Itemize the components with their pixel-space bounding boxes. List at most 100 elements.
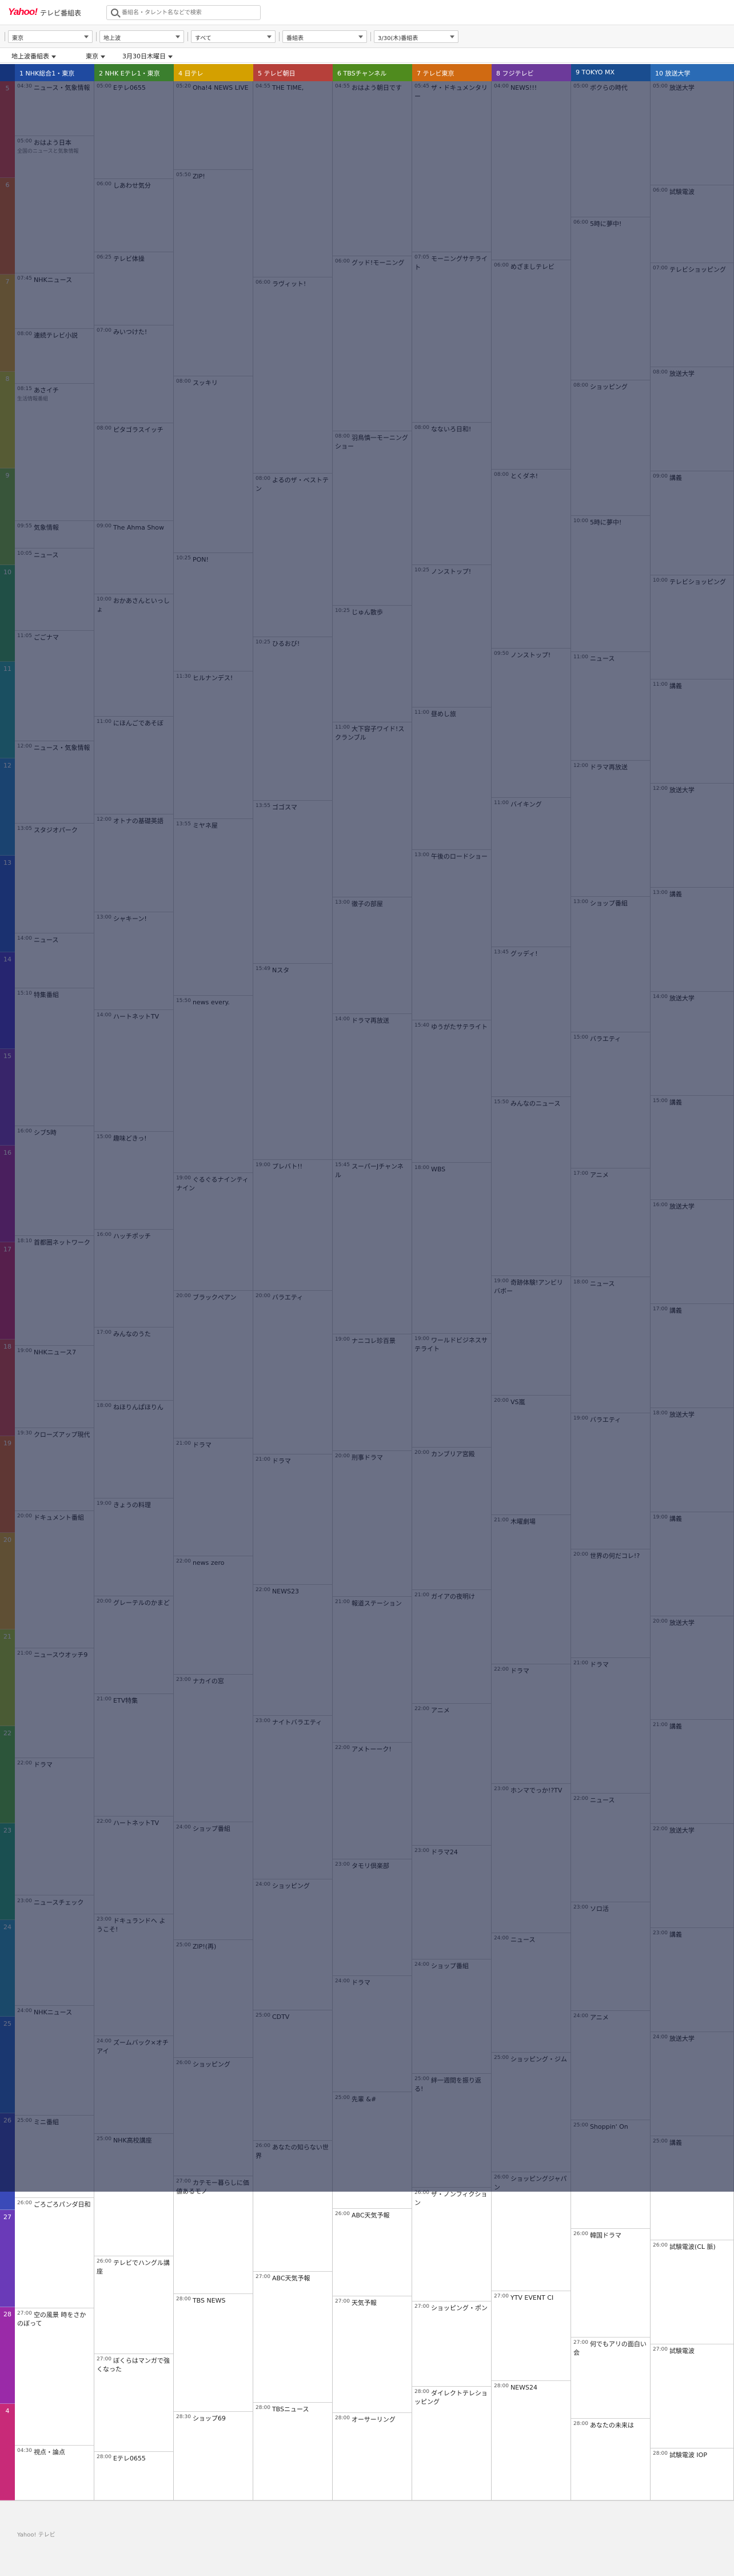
program-cell[interactable]: 18:00 ねほりんぱほりん xyxy=(94,1401,173,1499)
filter-genre[interactable]: すべて xyxy=(191,30,276,43)
program-cell[interactable]: 14:00 放送大学 xyxy=(651,991,733,1096)
program-cell[interactable]: 22:00 アニメ xyxy=(412,1703,491,1846)
program-cell[interactable]: 05:00 おはよう日本 全国のニュースと気象情報 xyxy=(15,136,94,274)
program-cell[interactable]: 11:00 講義 xyxy=(651,679,733,784)
search-input[interactable] xyxy=(122,7,258,18)
program-cell[interactable]: 19:00 プレバト!! xyxy=(253,1160,332,1291)
program-cell[interactable]: 06:00 グッド!モーニング xyxy=(333,256,412,431)
program-cell[interactable]: 21:00 報道ステーション xyxy=(333,1597,412,1743)
program-cell[interactable]: 20:00 カンブリア宮殿 xyxy=(412,1447,491,1590)
program-cell[interactable]: 15:00 講義 xyxy=(651,1095,733,1200)
program-cell[interactable]: 06:00 5時に夢中! xyxy=(571,217,650,380)
program-cell[interactable]: 15:49 Nスタ xyxy=(253,964,332,1160)
program-cell[interactable]: 04:30 ニュース・気象情報 xyxy=(15,81,94,137)
channel-header[interactable]: 5 テレビ朝日 xyxy=(253,64,333,81)
channel-header[interactable]: 9 TOKYO MX xyxy=(571,64,651,81)
program-cell[interactable]: 07:05 モーニングサテライト xyxy=(412,252,491,423)
program-cell[interactable]: 24:00 アニメ xyxy=(571,2011,650,2120)
program-cell[interactable]: 24:00 ズームバック×オチアイ xyxy=(94,2036,173,2134)
program-cell[interactable]: 23:00 ニュースチェック xyxy=(15,1895,94,2006)
program-cell[interactable]: 06:00 めざましテレビ xyxy=(492,260,571,470)
program-cell[interactable]: 09:55 気象情報 xyxy=(15,521,94,549)
program-cell[interactable]: 17:00 みんなのうた xyxy=(94,1327,173,1401)
program-cell[interactable]: 07:00 テレビショッピング xyxy=(651,263,733,368)
program-cell[interactable]: 20:00 放送大学 xyxy=(651,1616,733,1720)
channel-header[interactable]: 6 TBSチャンネル xyxy=(333,64,412,81)
program-cell[interactable]: 19:30 クローズアップ現代 xyxy=(15,1428,94,1511)
program-cell[interactable]: 19:00 講義 xyxy=(651,1512,733,1616)
program-cell[interactable]: 11:30 ヒルナンデス! xyxy=(174,671,253,819)
program-cell[interactable]: 06:00 試験電波 xyxy=(651,185,733,264)
program-cell[interactable]: 12:00 放送大学 xyxy=(651,784,733,888)
program-cell[interactable]: 15:00 バラエティ xyxy=(571,1032,650,1169)
program-cell[interactable]: 21:00 ETV特集 xyxy=(94,1694,173,1816)
program-cell[interactable]: 07:45 NHKニュース xyxy=(15,273,94,329)
program-cell[interactable]: 25:00 CDTV xyxy=(253,2010,332,2141)
program-cell[interactable]: 15:50 news every. xyxy=(174,996,253,1173)
program-cell[interactable]: 05:50 ZIP! xyxy=(174,169,253,376)
program-cell[interactable]: 09:00 The Ahma Show xyxy=(94,521,173,595)
program-cell[interactable]: 05:00 Eテレ0655 xyxy=(94,81,173,179)
program-cell[interactable]: 23:00 ナカイの窓 xyxy=(174,1674,253,1822)
program-cell[interactable]: 22:00 ニュース xyxy=(571,1794,650,1903)
program-cell[interactable]: 13:00 徹子の部屋 xyxy=(333,897,412,1014)
program-cell[interactable]: 20:00 刑事ドラマ xyxy=(333,1451,412,1597)
date-selector[interactable]: 3月30日木曜日 xyxy=(122,51,173,61)
program-cell[interactable]: 10:00 おかあさんといっしょ xyxy=(94,594,173,717)
program-cell[interactable]: 16:00 放送大学 xyxy=(651,1199,733,1304)
program-cell[interactable]: 20:00 VS嵐 xyxy=(492,1395,571,1515)
program-cell[interactable]: 10:00 5時に夢中! xyxy=(571,516,650,653)
program-cell[interactable]: 22:00 ドラマ xyxy=(492,1664,571,1784)
program-cell[interactable]: 17:00 アニメ xyxy=(571,1168,650,1278)
program-cell[interactable]: 13:00 講義 xyxy=(651,888,733,992)
program-cell[interactable]: 22:00 news zero xyxy=(174,1556,253,1675)
program-cell[interactable]: 18:10 首都圏ネットワーク xyxy=(15,1235,94,1346)
program-cell[interactable]: 09:50 ノンストップ! xyxy=(492,649,571,798)
program-cell[interactable]: 20:00 バラエティ xyxy=(253,1291,332,1454)
program-cell[interactable]: 13:45 グッディ! xyxy=(492,947,571,1097)
program-cell[interactable]: 10:25 PON! xyxy=(174,553,253,671)
program-cell[interactable]: 19:00 きょうの料理 xyxy=(94,1498,173,1597)
program-cell[interactable]: 23:00 タモリ倶楽部 xyxy=(333,1859,412,1976)
program-cell[interactable]: 22:00 ハートネットTV xyxy=(94,1816,173,1914)
program-cell[interactable]: 08:00 ピタゴラスイッチ xyxy=(94,423,173,522)
program-cell[interactable]: 24:00 ショッピング xyxy=(253,1879,332,2010)
program-cell[interactable]: 21:00 ドラマ xyxy=(571,1657,650,1794)
program-cell[interactable]: 13:00 シャキーン! xyxy=(94,912,173,1010)
program-cell[interactable]: 15:00 趣味どきっ! xyxy=(94,1132,173,1230)
program-cell[interactable]: 10:05 ニュース xyxy=(15,548,94,631)
program-cell[interactable]: 21:00 ニュースウオッチ9 xyxy=(15,1648,94,1759)
program-cell[interactable]: 25:00 ミニ番組 xyxy=(15,2116,94,2199)
program-cell[interactable]: 07:00 みいつけた! xyxy=(94,325,173,424)
program-cell[interactable]: 08:00 とくダネ! xyxy=(492,469,571,649)
program-cell[interactable]: 23:00 ドラマ24 xyxy=(412,1846,491,1960)
program-cell[interactable]: 22:00 放送大学 xyxy=(651,1824,733,1929)
program-cell[interactable]: 08:00 羽鳥慎一モーニングショー xyxy=(333,431,412,606)
program-cell[interactable]: 17:00 講義 xyxy=(651,1303,733,1408)
program-cell[interactable]: 05:45 ザ・ドキュメンタリー xyxy=(412,81,491,252)
program-cell[interactable]: 08:00 ショッピング xyxy=(571,380,650,516)
program-cell[interactable]: 13:00 午後のロードショー xyxy=(412,849,491,1021)
program-cell[interactable]: 04:55 THE TIME, xyxy=(253,81,332,277)
program-cell[interactable]: 15:40 ゆうがたサテライト xyxy=(412,1020,491,1163)
channel-header[interactable]: 1 NHK総合1・東京 xyxy=(15,64,94,81)
channel-header[interactable]: 10 放送大学 xyxy=(651,64,734,81)
program-cell[interactable]: 13:00 ショップ番組 xyxy=(571,896,650,1033)
program-cell[interactable]: 21:00 ガイアの夜明け xyxy=(412,1589,491,1704)
program-cell[interactable]: 08:00 よるのザ・ベストテン xyxy=(253,473,332,637)
program-cell[interactable]: 24:00 ドラマ xyxy=(333,1975,412,2093)
program-cell[interactable]: 10:00 テレビショッピング xyxy=(651,575,733,680)
search-box[interactable] xyxy=(106,5,261,20)
program-cell[interactable]: 19:00 奇跡体験!アンビリバボー xyxy=(492,1275,571,1396)
program-cell[interactable]: 13:55 ミヤネ屋 xyxy=(174,818,253,996)
program-cell[interactable]: 11:00 ニュース xyxy=(571,652,650,761)
program-cell[interactable]: 19:00 ワールドビジネスサテライト xyxy=(412,1333,491,1448)
program-cell[interactable]: 09:00 講義 xyxy=(651,471,733,576)
program-cell[interactable]: 10:25 じゅん散歩 xyxy=(333,606,412,723)
program-cell[interactable]: 15:45 スーパーJチャンネル xyxy=(333,1159,412,1335)
program-cell[interactable]: 08:00 連続テレビ小説 xyxy=(15,328,94,384)
program-cell[interactable]: 12:00 オトナの基礎英語 xyxy=(94,814,173,912)
program-cell[interactable]: 19:00 ナニコレ珍百景 xyxy=(333,1334,412,1452)
program-cell[interactable]: 06:00 ラヴィット! xyxy=(253,277,332,474)
program-cell[interactable]: 06:25 テレビ体操 xyxy=(94,252,173,326)
